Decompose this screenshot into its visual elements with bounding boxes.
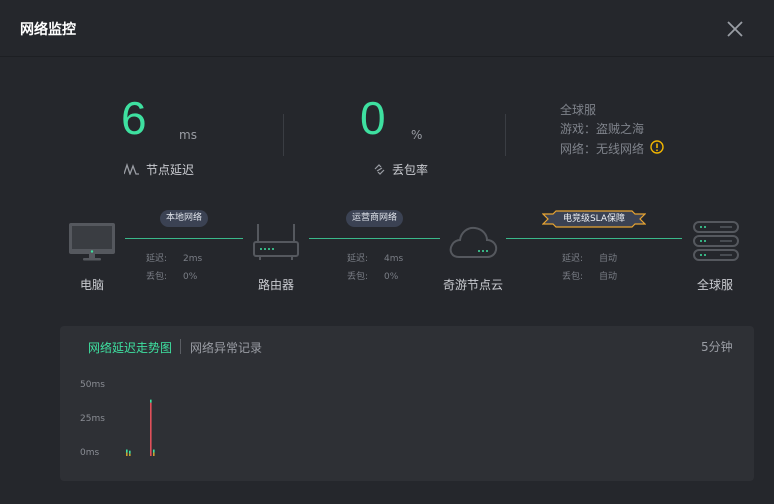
latency-bar-cap — [126, 449, 128, 453]
y-tick-label: 25ms — [80, 414, 105, 424]
latency-bar — [153, 452, 155, 456]
latency-bar — [150, 402, 152, 456]
tab-latency-trend[interactable]: 网络延迟走势图 — [88, 339, 172, 356]
link-line — [309, 238, 440, 239]
segment-tag: 运营商网络 — [346, 210, 404, 227]
latency-bar-cap — [153, 449, 155, 453]
latency-bar — [126, 452, 128, 456]
info-network: 网络：无线网络 — [560, 142, 645, 156]
loss-label: 丢包率 — [392, 163, 429, 177]
segment-delay: 延迟: 自动 — [562, 254, 618, 264]
info-game: 游戏：盗贼之海 — [560, 122, 645, 136]
segment-loss: 丢包: 自动 — [562, 272, 618, 282]
window-title: 网络监控 — [20, 22, 76, 38]
stat-divider — [283, 114, 284, 156]
cloud-icon — [449, 226, 498, 258]
segment-loss: 丢包: 0% — [146, 272, 198, 282]
packet-icon — [374, 164, 385, 175]
node-cloud-label: 奇游节点云 — [443, 278, 504, 292]
latency-bar-cap — [150, 399, 152, 403]
segment-tag: 本地网络 — [160, 210, 209, 227]
loss-unit: % — [411, 128, 423, 142]
router-icon — [253, 224, 299, 260]
computer-icon — [69, 223, 115, 261]
latency-value: 6 — [121, 92, 147, 144]
segment-tag: 电竞级SLA保障 — [562, 214, 626, 224]
latency-bar-cap — [129, 450, 131, 454]
latency-chart — [126, 399, 155, 456]
y-tick-label: 50ms — [80, 380, 105, 390]
server-icon — [693, 221, 739, 261]
link-line — [125, 238, 243, 239]
y-tick-label: 0ms — [80, 448, 100, 458]
warning-icon[interactable] — [650, 140, 664, 154]
wave-icon — [124, 163, 139, 175]
node-server-label: 全球服 — [697, 278, 734, 292]
loss-value: 0 — [360, 92, 386, 144]
node-pc-label: 电脑 — [80, 278, 105, 292]
time-range[interactable]: 5分钟 — [701, 338, 733, 355]
latency-bar — [129, 453, 131, 456]
link-line — [506, 238, 682, 239]
segment-loss: 丢包: 0% — [347, 272, 399, 282]
stat-divider — [505, 114, 506, 156]
tab-divider — [180, 339, 181, 354]
latency-unit: ms — [179, 128, 197, 142]
title-bar: 网络监控 — [0, 0, 774, 57]
segment-delay: 延迟: 4ms — [347, 254, 404, 264]
latency-label: 节点延迟 — [146, 163, 195, 177]
segment-delay: 延迟: 2ms — [146, 254, 203, 264]
close-icon[interactable] — [722, 16, 748, 42]
info-server: 全球服 — [560, 103, 597, 117]
node-router-label: 路由器 — [258, 278, 295, 292]
tab-error-records[interactable]: 网络异常记录 — [190, 339, 262, 356]
